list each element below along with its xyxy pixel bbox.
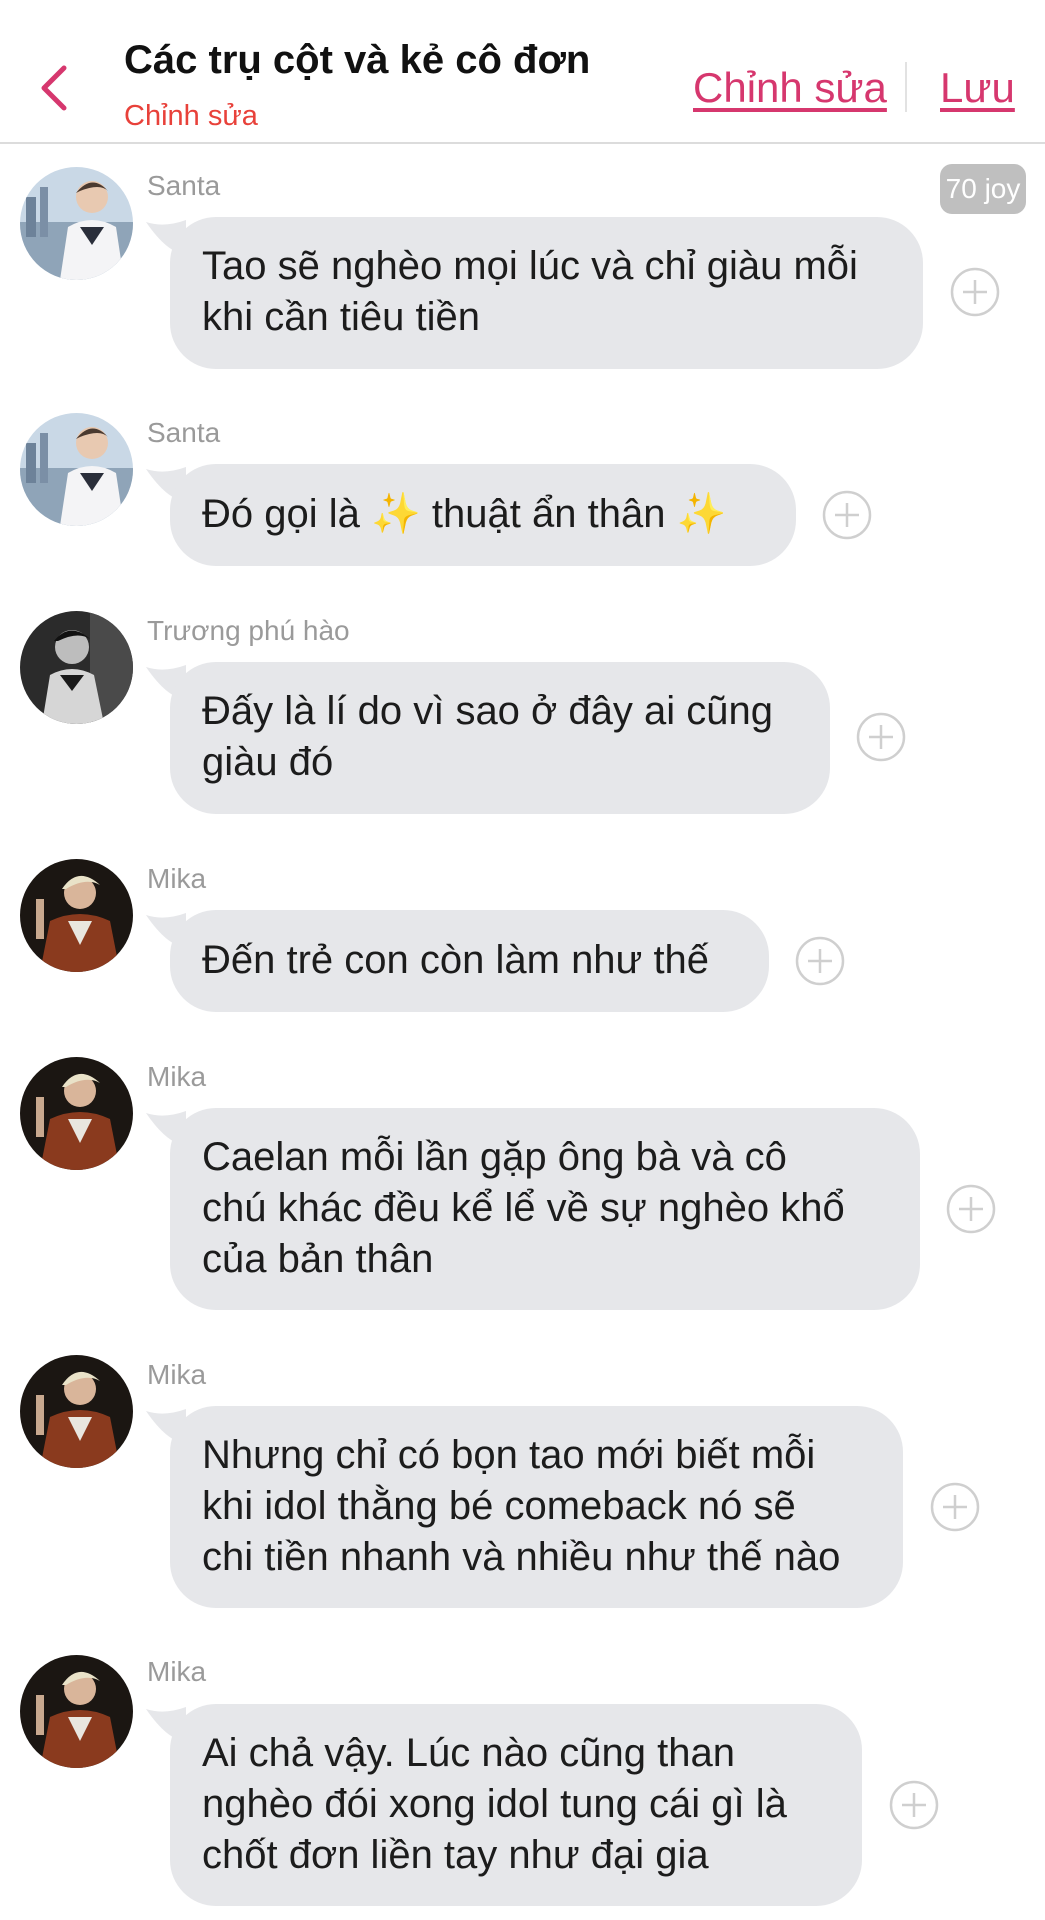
message-line: khi cần tiêu tiền [202,295,480,339]
page-title: Các trụ cột và kẻ cô đơn [124,38,591,82]
message-bubble[interactable]: Đến trẻ con còn làm như thế [170,910,769,1012]
message-bubble[interactable]: Tao sẽ nghèo mọi lúc và chỉ giàu mỗi khi… [170,217,923,369]
avatar[interactable] [20,1355,133,1468]
message-line: nghèo đói xong idol tung cái gì là [202,1782,787,1826]
avatar[interactable] [20,1655,133,1768]
sender-name: Mika [147,1359,207,1390]
header-divider [905,62,907,112]
add-reaction-icon[interactable] [889,1780,939,1830]
add-reaction-icon[interactable] [822,490,872,540]
sender-name: Trương phú hào [147,615,350,646]
joy-badge: 70 joy [940,164,1026,214]
avatar[interactable] [20,859,133,972]
message-bubble[interactable]: Ai chả vậy. Lúc nào cũng than nghèo đói … [170,1704,862,1906]
message-line: Tao sẽ nghèo mọi lúc và chỉ giàu mỗi [202,244,858,288]
sender-name: Mika [147,1061,207,1092]
avatar[interactable] [20,1057,133,1170]
message-line: giàu đó [202,740,334,784]
message-line: Ai chả vậy. Lúc nào cũng than [202,1731,735,1775]
message-line: Nhưng chỉ có bọn tao mới biết mỗi [202,1433,816,1477]
back-chevron-icon[interactable] [36,62,72,114]
message-line: khi idol thằng bé comeback nó sẽ [202,1484,796,1528]
sender-name: Santa [147,170,221,201]
message-line: chú khác đều kể lể về sự nghèo khổ [202,1186,845,1230]
message-bubble[interactable]: Caelan mỗi lần gặp ông bà và cô chú khác… [170,1108,920,1310]
message-line: của bản thân [202,1237,434,1281]
message-line: Đấy là lí do vì sao ở đây ai cũng [202,689,773,733]
avatar[interactable] [20,611,133,724]
sender-name: Mika [147,863,207,894]
avatar[interactable] [20,167,133,280]
message-bubble[interactable]: Đó gọi là ✨ thuật ẩn thân ✨ [170,464,796,566]
message-bubble[interactable]: Nhưng chỉ có bọn tao mới biết mỗi khi id… [170,1406,903,1608]
add-reaction-icon[interactable] [856,712,906,762]
add-reaction-icon[interactable] [946,1184,996,1234]
message-line: chốt đơn liền tay như đại gia [202,1833,709,1877]
sender-name: Santa [147,417,221,448]
message-line: Đến trẻ con còn làm như thế [202,938,710,982]
avatar[interactable] [20,413,133,526]
header-bar: Các trụ cột và kẻ cô đơn Chỉnh sửa Chỉnh… [0,0,1045,144]
message-line: Đó gọi là ✨ thuật ẩn thân ✨ [202,492,727,536]
message-line: Caelan mỗi lần gặp ông bà và cô [202,1135,787,1179]
page-subtitle: Chỉnh sửa [124,100,258,132]
sender-name: Mika [147,1656,207,1687]
add-reaction-icon[interactable] [950,267,1000,317]
message-bubble[interactable]: Đấy là lí do vì sao ở đây ai cũng giàu đ… [170,662,830,814]
save-button[interactable]: Lưu [940,64,1015,112]
add-reaction-icon[interactable] [930,1482,980,1532]
message-line: chi tiền nhanh và nhiều như thế nào [202,1535,841,1579]
chat-screen: Các trụ cột và kẻ cô đơn Chỉnh sửa Chỉnh… [0,0,1045,1920]
edit-button[interactable]: Chỉnh sửa [693,64,887,112]
add-reaction-icon[interactable] [795,936,845,986]
